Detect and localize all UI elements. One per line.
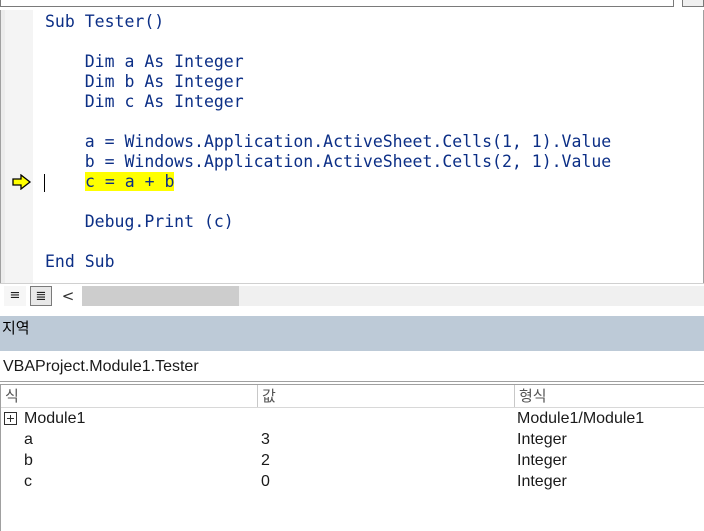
row-value[interactable]: 0 <box>261 471 270 492</box>
code-window-top-strip <box>0 0 704 10</box>
column-header-value[interactable]: 값 <box>258 385 515 407</box>
row-value[interactable]: 2 <box>261 450 270 471</box>
procedure-dropdown-button[interactable] <box>682 0 704 7</box>
full-module-view-icon[interactable]: ≣ <box>30 286 52 306</box>
text-caret <box>44 174 45 192</box>
horizontal-scrollbar[interactable] <box>82 286 704 306</box>
locals-row-module1[interactable]: Module1 Module1/Module1 <box>0 408 704 429</box>
execution-point-arrow-icon <box>12 174 32 190</box>
horizontal-scrollbar-thumb[interactable] <box>82 286 239 306</box>
row-expression: c <box>24 473 32 490</box>
current-statement-line[interactable]: c = a + b <box>85 172 175 192</box>
scroll-left-arrow-icon[interactable]: < <box>56 286 80 306</box>
object-dropdown[interactable] <box>0 0 674 7</box>
locals-row-c[interactable]: c 0 Integer <box>0 471 704 492</box>
code-line[interactable]: b = Windows.Application.ActiveSheet.Cell… <box>45 152 612 172</box>
row-expression: Module1 <box>24 410 86 427</box>
row-type: Integer <box>517 431 567 448</box>
code-line[interactable]: Dim c As Integer <box>45 92 244 112</box>
row-value[interactable]: 3 <box>261 429 270 450</box>
code-window: Sub Tester() Dim a As Integer Dim b As I… <box>0 0 704 310</box>
row-expression: b <box>24 452 33 469</box>
code-line[interactable]: a = Windows.Application.ActiveSheet.Cell… <box>45 132 612 152</box>
locals-window-titlebar[interactable]: 지역 <box>0 316 704 351</box>
locals-grid-left-border <box>0 384 1 531</box>
call-context-label: VBAProject.Module1.Tester <box>3 358 199 375</box>
column-header-expression[interactable]: 식 <box>0 385 258 407</box>
code-line[interactable]: Dim b As Integer <box>45 72 244 92</box>
locals-context-bar: VBAProject.Module1.Tester <box>0 351 704 382</box>
current-statement-highlight: c = a + b <box>85 172 175 191</box>
row-type: Integer <box>517 473 567 490</box>
code-line[interactable]: Debug.Print (c) <box>45 212 234 232</box>
code-line[interactable]: End Sub <box>45 252 115 272</box>
locals-row-a[interactable]: a 3 Integer <box>0 429 704 450</box>
locals-grid: 식 값 형식 Module1 Module1/Module1 a 3 Integ… <box>0 384 704 531</box>
code-window-bottom-bar: ≡ ≣ < <box>0 283 704 310</box>
procedure-view-icon[interactable]: ≡ <box>4 286 26 306</box>
row-type: Module1/Module1 <box>517 410 645 427</box>
row-type: Integer <box>517 452 567 469</box>
margin-indicator-bar[interactable] <box>0 10 33 283</box>
locals-grid-header: 식 값 형식 <box>0 384 704 408</box>
code-editor[interactable]: Sub Tester() Dim a As Integer Dim b As I… <box>34 10 704 283</box>
locals-window-title: 지역 <box>2 319 30 337</box>
code-line[interactable]: Dim a As Integer <box>45 52 244 72</box>
column-header-type[interactable]: 형식 <box>515 385 704 407</box>
locals-row-b[interactable]: b 2 Integer <box>0 450 704 471</box>
margin-indicator-inner <box>5 10 33 283</box>
row-expression: a <box>24 431 33 448</box>
expand-plus-icon[interactable] <box>4 412 17 425</box>
code-line[interactable]: Sub Tester() <box>45 12 164 32</box>
